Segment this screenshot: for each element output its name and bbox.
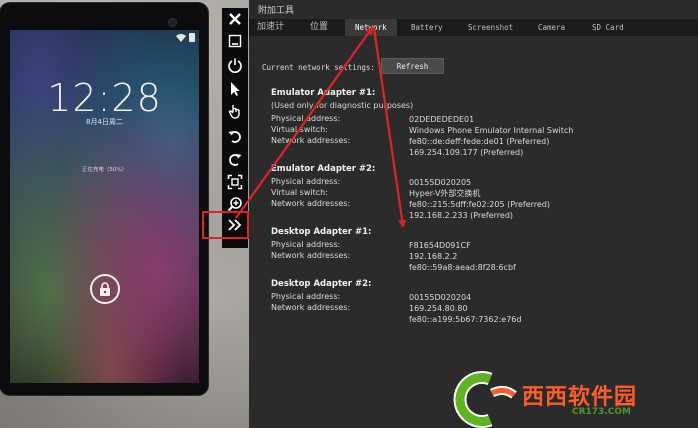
property-value-line: 00155D020204 xyxy=(409,293,472,302)
property-label: Physical address: xyxy=(271,240,341,249)
rotate-left-button[interactable] xyxy=(222,125,248,147)
window-title: 附加工具 xyxy=(258,6,295,16)
camera-dot xyxy=(168,18,177,27)
property-label: Physical address: xyxy=(271,177,341,186)
property-value: 169.254.80.80fe80::a199:5b67:7362:e76d xyxy=(409,303,691,325)
property-label: Virtual switch: xyxy=(271,188,328,197)
property-label: Network addresses: xyxy=(271,251,351,260)
adapter-property-row: Network addresses: 169.254.80.80fe80::a19… xyxy=(271,303,691,325)
property-value-line: 00155D020205 xyxy=(409,178,472,187)
adapter-property-row: Network addresses: fe80::215:5dff:fe02:20… xyxy=(271,199,691,221)
pointer-button[interactable] xyxy=(222,78,248,100)
property-value: 02DEDEDEDE01 xyxy=(409,114,691,125)
current-settings-label: Current network settings: xyxy=(262,63,375,72)
adapter-property-row: Network addresses: fe80::de:deff:fede:de0… xyxy=(271,136,691,158)
property-value-line: Windows Phone Emulator Internal Switch xyxy=(409,126,574,135)
adapter-property-row: Virtual switch: Windows Phone Emulator In… xyxy=(271,125,691,136)
property-value-line: F81654D091CF xyxy=(409,241,471,250)
wifi-icon xyxy=(176,33,186,42)
lock-screen[interactable]: 12:28 8月4日周二 正在充电（50%） xyxy=(10,30,199,383)
property-label: Physical address: xyxy=(271,292,341,301)
fit-screen-button[interactable] xyxy=(222,171,248,193)
close-button[interactable] xyxy=(222,8,248,30)
property-value: Windows Phone Emulator Internal Switch xyxy=(409,125,691,136)
fit-screen-icon xyxy=(227,174,243,190)
network-adapter: Emulator Adapter #1: (Used only for diagn… xyxy=(271,88,691,158)
property-value-line: 169.254.80.80 xyxy=(409,304,468,313)
property-value: fe80::215:5dff:fe02:205 (Preferred)192.1… xyxy=(409,199,691,221)
network-adapter: Desktop Adapter #1: Physical address: F816… xyxy=(271,227,691,273)
tab-network[interactable]: Network xyxy=(345,19,397,36)
network-adapter: Desktop Adapter #2: Physical address: 0015… xyxy=(271,279,691,325)
rotate-right-icon xyxy=(229,154,242,166)
zoom-icon xyxy=(227,197,242,212)
power-icon xyxy=(228,58,242,73)
property-value-line: 02DEDEDEDE01 xyxy=(409,115,475,124)
property-label: Network addresses: xyxy=(271,136,351,145)
adapter-property-row: Physical address: 00155D020204 xyxy=(271,292,691,303)
property-label: Virtual switch: xyxy=(271,125,328,134)
tab-sd-card[interactable]: SD Card xyxy=(592,19,624,36)
rotate-left-icon xyxy=(228,131,241,143)
phone-emulator: 12:28 8月4日周二 正在充电（50%） xyxy=(0,3,208,395)
property-label: Network addresses: xyxy=(271,303,351,312)
touch-icon xyxy=(228,105,240,119)
status-bar xyxy=(176,33,195,42)
tab-screenshot[interactable]: Screenshot xyxy=(468,19,513,36)
lock-clock: 12:28 xyxy=(47,76,162,120)
adapter-property-row: Physical address: 00155D020205 xyxy=(271,177,691,188)
touch-button[interactable] xyxy=(222,100,248,122)
property-value: Hyper-V外部交换机 xyxy=(409,188,691,199)
unlock-button[interactable] xyxy=(90,274,120,304)
minimize-button[interactable] xyxy=(222,30,248,52)
battery-icon xyxy=(189,33,195,42)
property-value: 00155D020205 xyxy=(409,177,691,188)
adapter-list: Emulator Adapter #1: (Used only for diagn… xyxy=(271,88,691,331)
adapter-property-row: Physical address: F81654D091CF xyxy=(271,240,691,251)
property-value-line: 192.168.2.2 xyxy=(409,252,458,261)
property-value: 00155D020204 xyxy=(409,292,691,303)
property-value-line: 192.168.2.233 (Preferred) xyxy=(409,211,514,220)
cr-logo-icon xyxy=(453,371,517,428)
property-value: 192.168.2.2fe80::59a8:aead:8f28:6cbf xyxy=(409,251,691,273)
adapter-property-row: Network addresses: 192.168.2.2fe80::59a8:… xyxy=(271,251,691,273)
charging-status: 正在充电（50%） xyxy=(81,167,128,173)
property-value-line: fe80::59a8:aead:8f28:6cbf xyxy=(409,263,516,272)
adapter-property-row: Physical address: 02DEDEDEDE01 xyxy=(271,114,691,125)
tab-accelerometer[interactable]: 加速计 xyxy=(257,19,284,36)
property-value: fe80::de:deff:fede:de01 (Preferred)169.2… xyxy=(409,136,691,158)
adapter-note: (Used only for diagnostic purposes) xyxy=(271,101,414,110)
close-icon xyxy=(229,13,241,25)
power-button[interactable] xyxy=(222,54,248,76)
site-watermark: 西西软件园 CR173.COM xyxy=(452,371,698,428)
property-value: F81654D091CF xyxy=(409,240,691,251)
tab-location[interactable]: 位置 xyxy=(310,19,328,36)
watermark-domain: CR173.COM xyxy=(572,407,631,417)
adapter-title: Emulator Adapter #2: xyxy=(271,164,376,174)
tab-battery[interactable]: Battery xyxy=(411,19,443,36)
network-adapter: Emulator Adapter #2: Physical address: 001… xyxy=(271,164,691,221)
additional-tools-window: 附加工具 加速计 位置 Network Battery Screenshot C… xyxy=(249,0,698,428)
property-value-line: 169.254.109.177 (Preferred) xyxy=(409,148,524,157)
property-value-line: fe80::a199:5b67:7362:e76d xyxy=(409,315,522,324)
property-label: Network addresses: xyxy=(271,199,351,208)
rotate-right-button[interactable] xyxy=(222,148,248,170)
property-value-line: fe80::215:5dff:fe02:205 (Preferred) xyxy=(409,200,551,209)
property-value-line: fe80::de:deff:fede:de01 (Preferred) xyxy=(409,137,550,146)
tab-bar: 加速计 位置 Network Battery Screenshot Camera… xyxy=(249,19,698,36)
network-panel: Current network settings: Refresh Emulat… xyxy=(249,36,698,428)
adapter-title: Desktop Adapter #1: xyxy=(271,227,372,237)
lock-icon xyxy=(100,282,110,296)
adapter-title: Emulator Adapter #1: xyxy=(271,88,376,98)
pointer-icon xyxy=(231,82,240,96)
property-label: Physical address: xyxy=(271,114,341,123)
annotation-highlight-box xyxy=(202,211,249,239)
refresh-button[interactable]: Refresh xyxy=(381,58,444,74)
tab-camera[interactable]: Camera xyxy=(538,19,565,36)
lock-date: 8月4日周二 xyxy=(86,118,123,126)
adapter-title: Desktop Adapter #2: xyxy=(271,279,372,289)
adapter-property-row: Virtual switch: Hyper-V外部交换机 xyxy=(271,188,691,199)
minimize-icon xyxy=(228,34,242,48)
property-value-line: Hyper-V外部交换机 xyxy=(409,189,481,198)
